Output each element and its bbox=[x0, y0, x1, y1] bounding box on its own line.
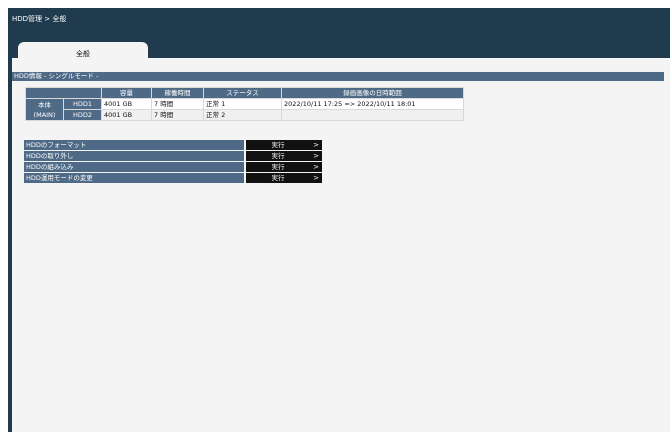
action-row-remove: HDDの取り外し 実行 > bbox=[24, 151, 322, 161]
main-unit-label-line1: 本体 bbox=[38, 100, 51, 109]
action-list: HDDのフォーマット 実行 > HDDの取り外し 実行 > HDDの組み込み 実… bbox=[24, 140, 322, 184]
remove-execute-button[interactable]: 実行 > bbox=[246, 151, 322, 161]
column-header: 稼働時間 bbox=[151, 87, 204, 99]
button-label: 実行 bbox=[271, 152, 285, 160]
hdd-name: HDD2 bbox=[63, 109, 102, 121]
action-label: HDDの取り外し bbox=[24, 151, 244, 161]
main-content: HDD情報 - シングルモード - 容量 稼働時間 ステータス 録画画像の日時範… bbox=[12, 58, 670, 432]
main-unit-label-line2: (MAIN) bbox=[33, 110, 56, 119]
column-header: 容量 bbox=[101, 87, 152, 99]
hdd-uptime: 7 時間 bbox=[151, 98, 204, 110]
hdd-record-range: 2022/10/11 17:25 => 2022/10/11 18:01 bbox=[281, 98, 464, 110]
mount-execute-button[interactable]: 実行 > bbox=[246, 162, 322, 172]
hdd-info-table: 容量 稼働時間 ステータス 録画画像の日時範囲 本体 (MAIN) HDD1 4… bbox=[25, 87, 464, 121]
chevron-right-icon: > bbox=[313, 141, 319, 149]
section-title: HDD情報 - シングルモード - bbox=[12, 72, 664, 81]
column-header: 録画画像の日時範囲 bbox=[281, 87, 464, 99]
format-execute-button[interactable]: 実行 > bbox=[246, 140, 322, 150]
chevron-right-icon: > bbox=[313, 174, 319, 182]
breadcrumb: HDD管理 > 全般 bbox=[12, 15, 67, 23]
table-header-blank bbox=[25, 87, 102, 99]
table-header-row: 容量 稼働時間 ステータス 録画画像の日時範囲 bbox=[25, 87, 464, 99]
chevron-right-icon: > bbox=[313, 152, 319, 160]
hdd-capacity: 4001 GB bbox=[101, 98, 152, 110]
action-label: HDD運用モードの変更 bbox=[24, 173, 244, 183]
chevron-right-icon: > bbox=[313, 163, 319, 171]
action-row-mode: HDD運用モードの変更 実行 > bbox=[24, 173, 322, 183]
action-row-mount: HDDの組み込み 実行 > bbox=[24, 162, 322, 172]
main-unit-label: 本体 (MAIN) bbox=[25, 98, 64, 121]
hdd-name: HDD1 bbox=[63, 98, 102, 110]
button-label: 実行 bbox=[271, 163, 285, 171]
hdd-status: 正常 1 bbox=[203, 98, 282, 110]
button-label: 実行 bbox=[271, 174, 285, 182]
action-label: HDDの組み込み bbox=[24, 162, 244, 172]
button-label: 実行 bbox=[271, 141, 285, 149]
hdd-record-range bbox=[281, 109, 464, 121]
hdd-status: 正常 2 bbox=[203, 109, 282, 121]
column-header: ステータス bbox=[203, 87, 282, 99]
header-bar: HDD管理 > 全般 全般 bbox=[8, 8, 670, 66]
table-row: 本体 (MAIN) HDD1 4001 GB 7 時間 正常 1 2022/10… bbox=[25, 98, 464, 121]
table-row: HDD2 4001 GB 7 時間 正常 2 bbox=[26, 109, 464, 121]
action-row-format: HDDのフォーマット 実行 > bbox=[24, 140, 322, 150]
action-label: HDDのフォーマット bbox=[24, 140, 244, 150]
hdd-uptime: 7 時間 bbox=[151, 109, 204, 121]
hdd-capacity: 4001 GB bbox=[101, 109, 152, 121]
mode-change-execute-button[interactable]: 実行 > bbox=[246, 173, 322, 183]
